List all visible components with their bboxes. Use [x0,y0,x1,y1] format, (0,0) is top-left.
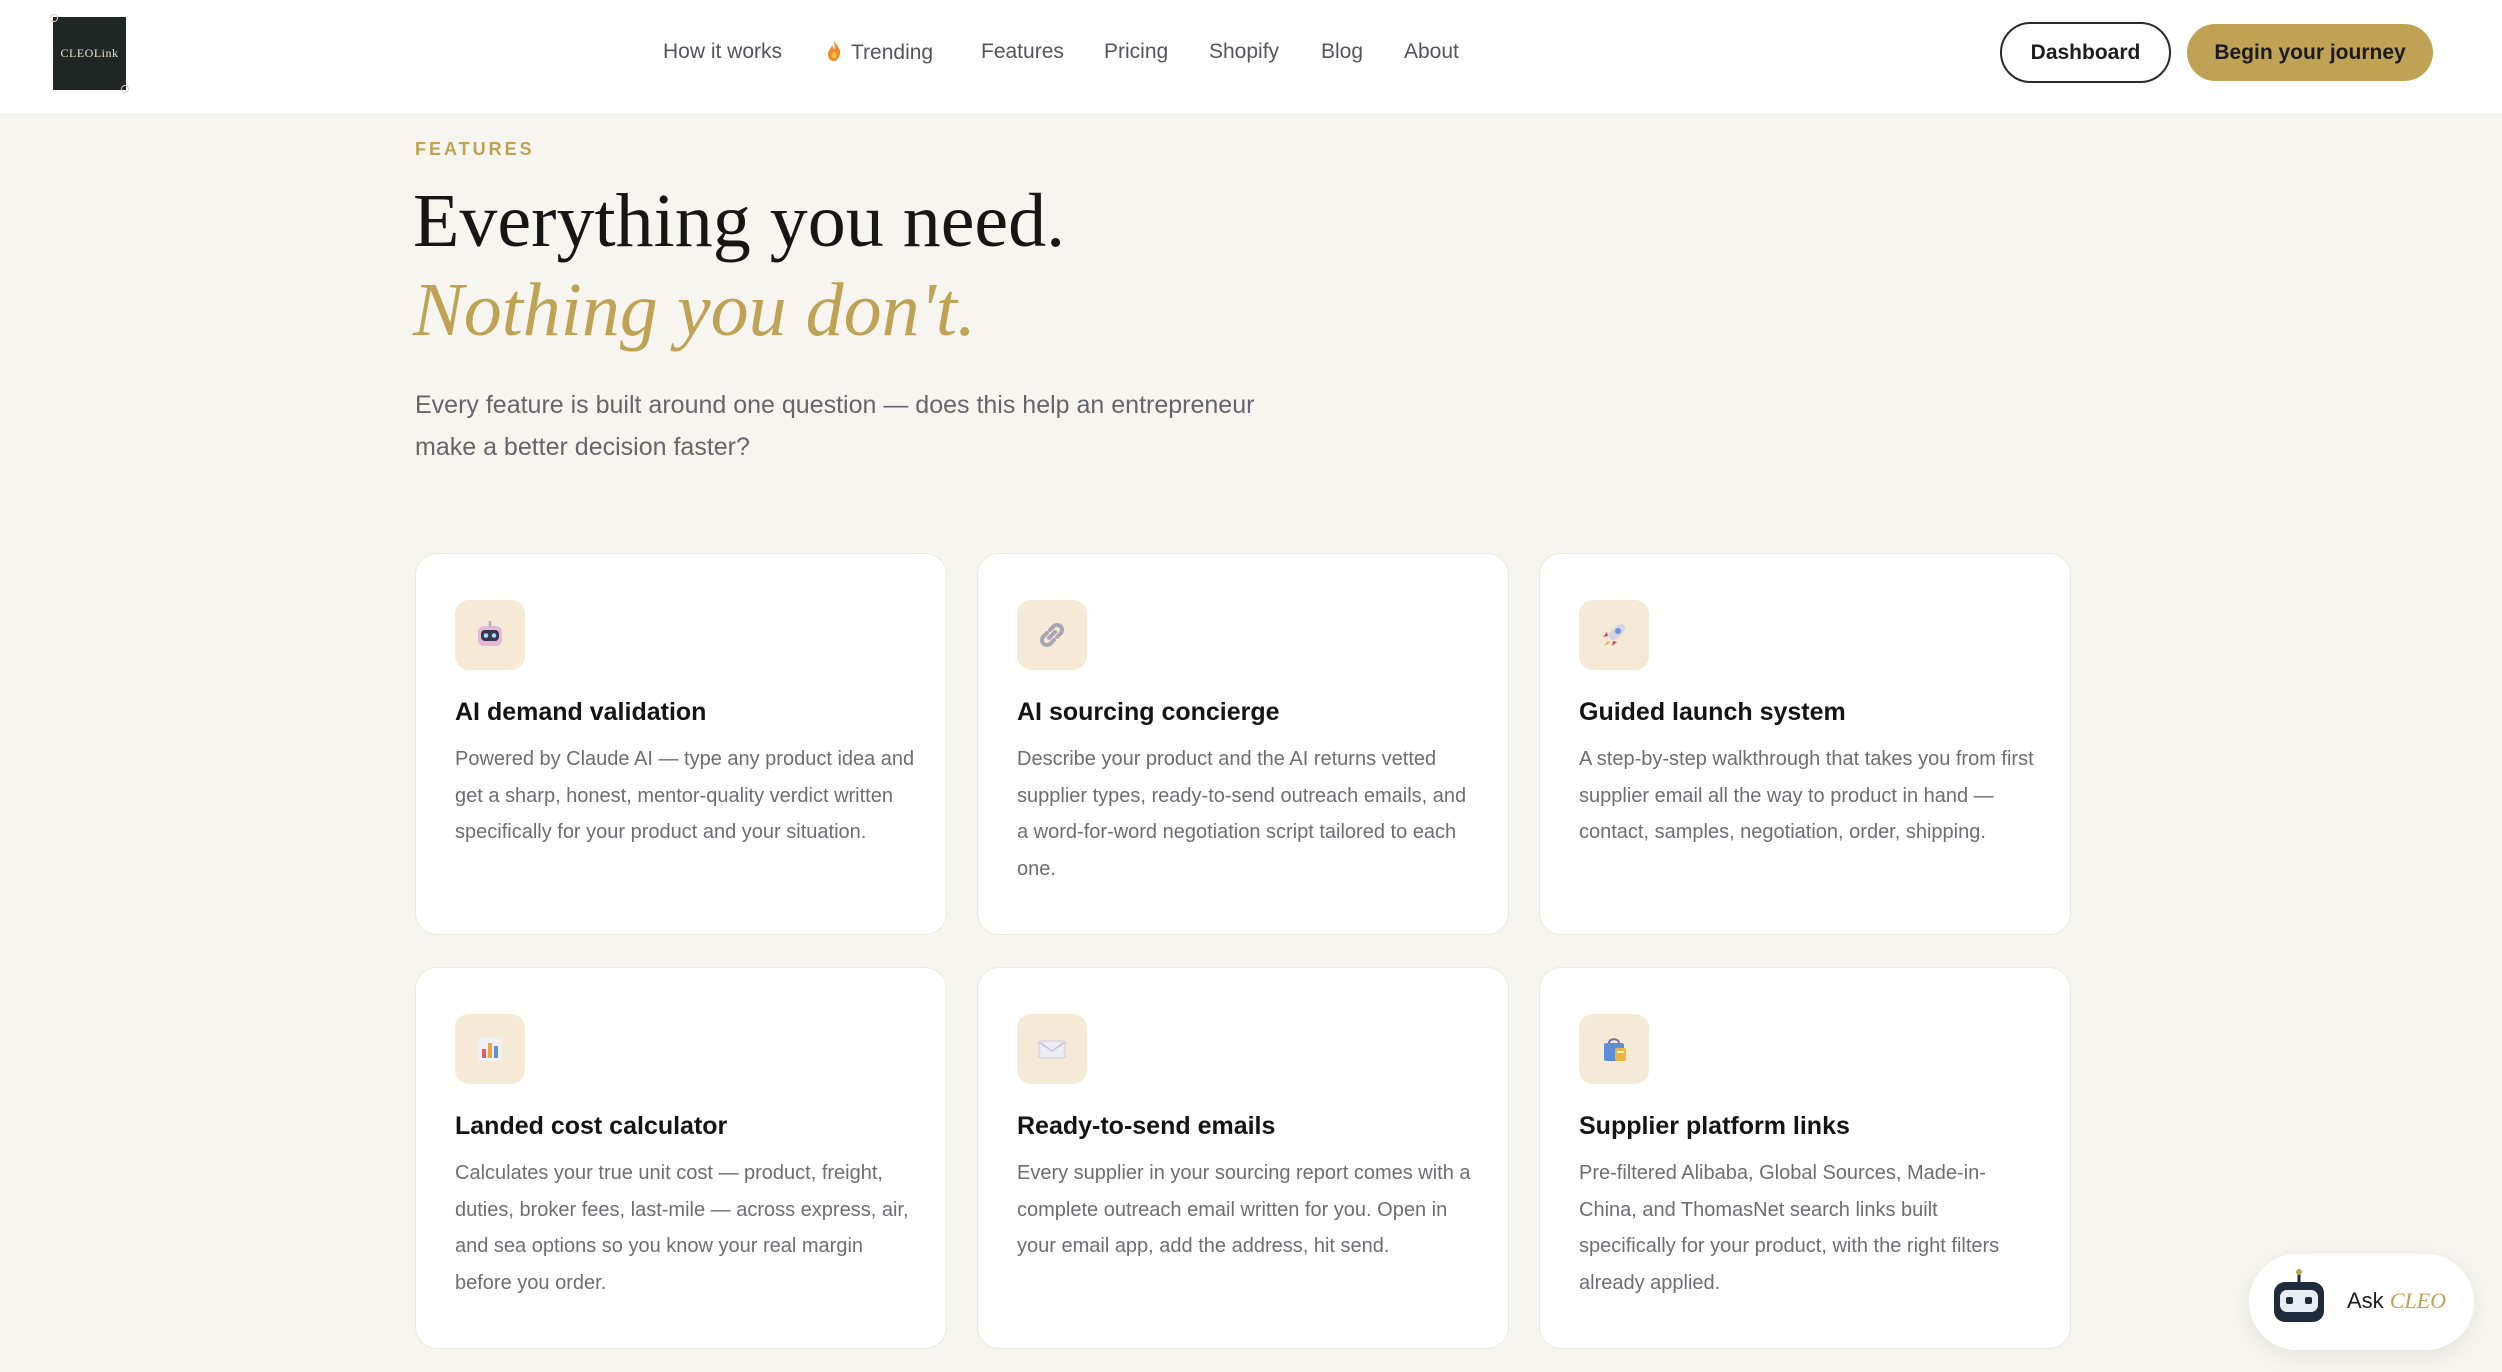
feature-description: Every supplier in your sourcing report c… [1017,1162,1471,1257]
logo[interactable]: CLEOLink [50,14,129,93]
feature-description: Powered by Claude AI — type any product … [455,748,915,843]
feature-card: Guided launch system A step-by-step walk… [1539,553,2071,935]
hero-headline: Everything you need. [413,179,1066,263]
robot-icon [455,600,525,670]
feature-card: AI sourcing concierge Describe your prod… [977,553,1509,935]
envelope-icon [1017,1014,1087,1084]
nav-about[interactable]: About [1404,40,1459,64]
feature-title: AI demand validation [455,698,707,726]
shopping-bag-icon [1579,1014,1649,1084]
bar-chart-icon [455,1014,525,1084]
ask-cleo-label: Ask CLEO [2347,1288,2446,1314]
feature-title: Supplier platform links [1579,1112,1850,1140]
begin-journey-button[interactable]: Begin your journey [2187,24,2433,81]
nav-pricing[interactable]: Pricing [1104,40,1168,64]
feature-card: AI demand validation Powered by Claude A… [415,553,947,935]
nav-features[interactable]: Features [981,40,1064,64]
feature-title: Guided launch system [1579,698,1846,726]
flame-icon [828,41,841,61]
feature-description: Describe your product and the AI returns… [1017,748,1467,880]
nav-trending[interactable]: Trending [826,40,933,65]
nav-how-it-works[interactable]: How it works [663,40,782,64]
feature-title: Landed cost calculator [455,1112,728,1140]
dashboard-button[interactable]: Dashboard [2000,22,2171,83]
nav-shopify[interactable]: Shopify [1209,40,1279,64]
section-eyebrow: FEATURES [415,139,535,159]
rocket-icon [1579,600,1649,670]
feature-card: Ready-to-send emails Every supplier in y… [977,967,1509,1349]
nav-trending-label: Trending [851,41,934,64]
top-navigation-bar: CLEOLink How it works Trending Features … [0,0,2502,115]
hero-description: Every feature is built around one questi… [415,391,1255,461]
ask-prefix: Ask [2347,1288,2384,1313]
feature-title: AI sourcing concierge [1017,698,1280,726]
feature-description: Pre-filtered Alibaba, Global Sources, Ma… [1579,1162,2000,1294]
logo-text: CLEOLink [60,46,119,60]
nav-blog[interactable]: Blog [1321,40,1363,64]
feature-description: Calculates your true unit cost — product… [455,1162,909,1294]
feature-title: Ready-to-send emails [1017,1112,1276,1140]
feature-card: Landed cost calculator Calculates your t… [415,967,947,1349]
feature-card: Supplier platform links Pre-filtered Ali… [1539,967,2071,1349]
logo-corner-mark [50,14,58,22]
logo-corner-mark [121,85,129,93]
ask-brand: CLEO [2389,1288,2447,1313]
hero-headline-accent: Nothing you don't. [413,268,977,352]
ask-cleo-chat-button[interactable]: Ask CLEO [2249,1254,2474,1350]
chatbot-icon [2274,1269,2324,1322]
feature-description: A step-by-step walkthrough that takes yo… [1579,748,2034,843]
link-icon [1017,600,1087,670]
